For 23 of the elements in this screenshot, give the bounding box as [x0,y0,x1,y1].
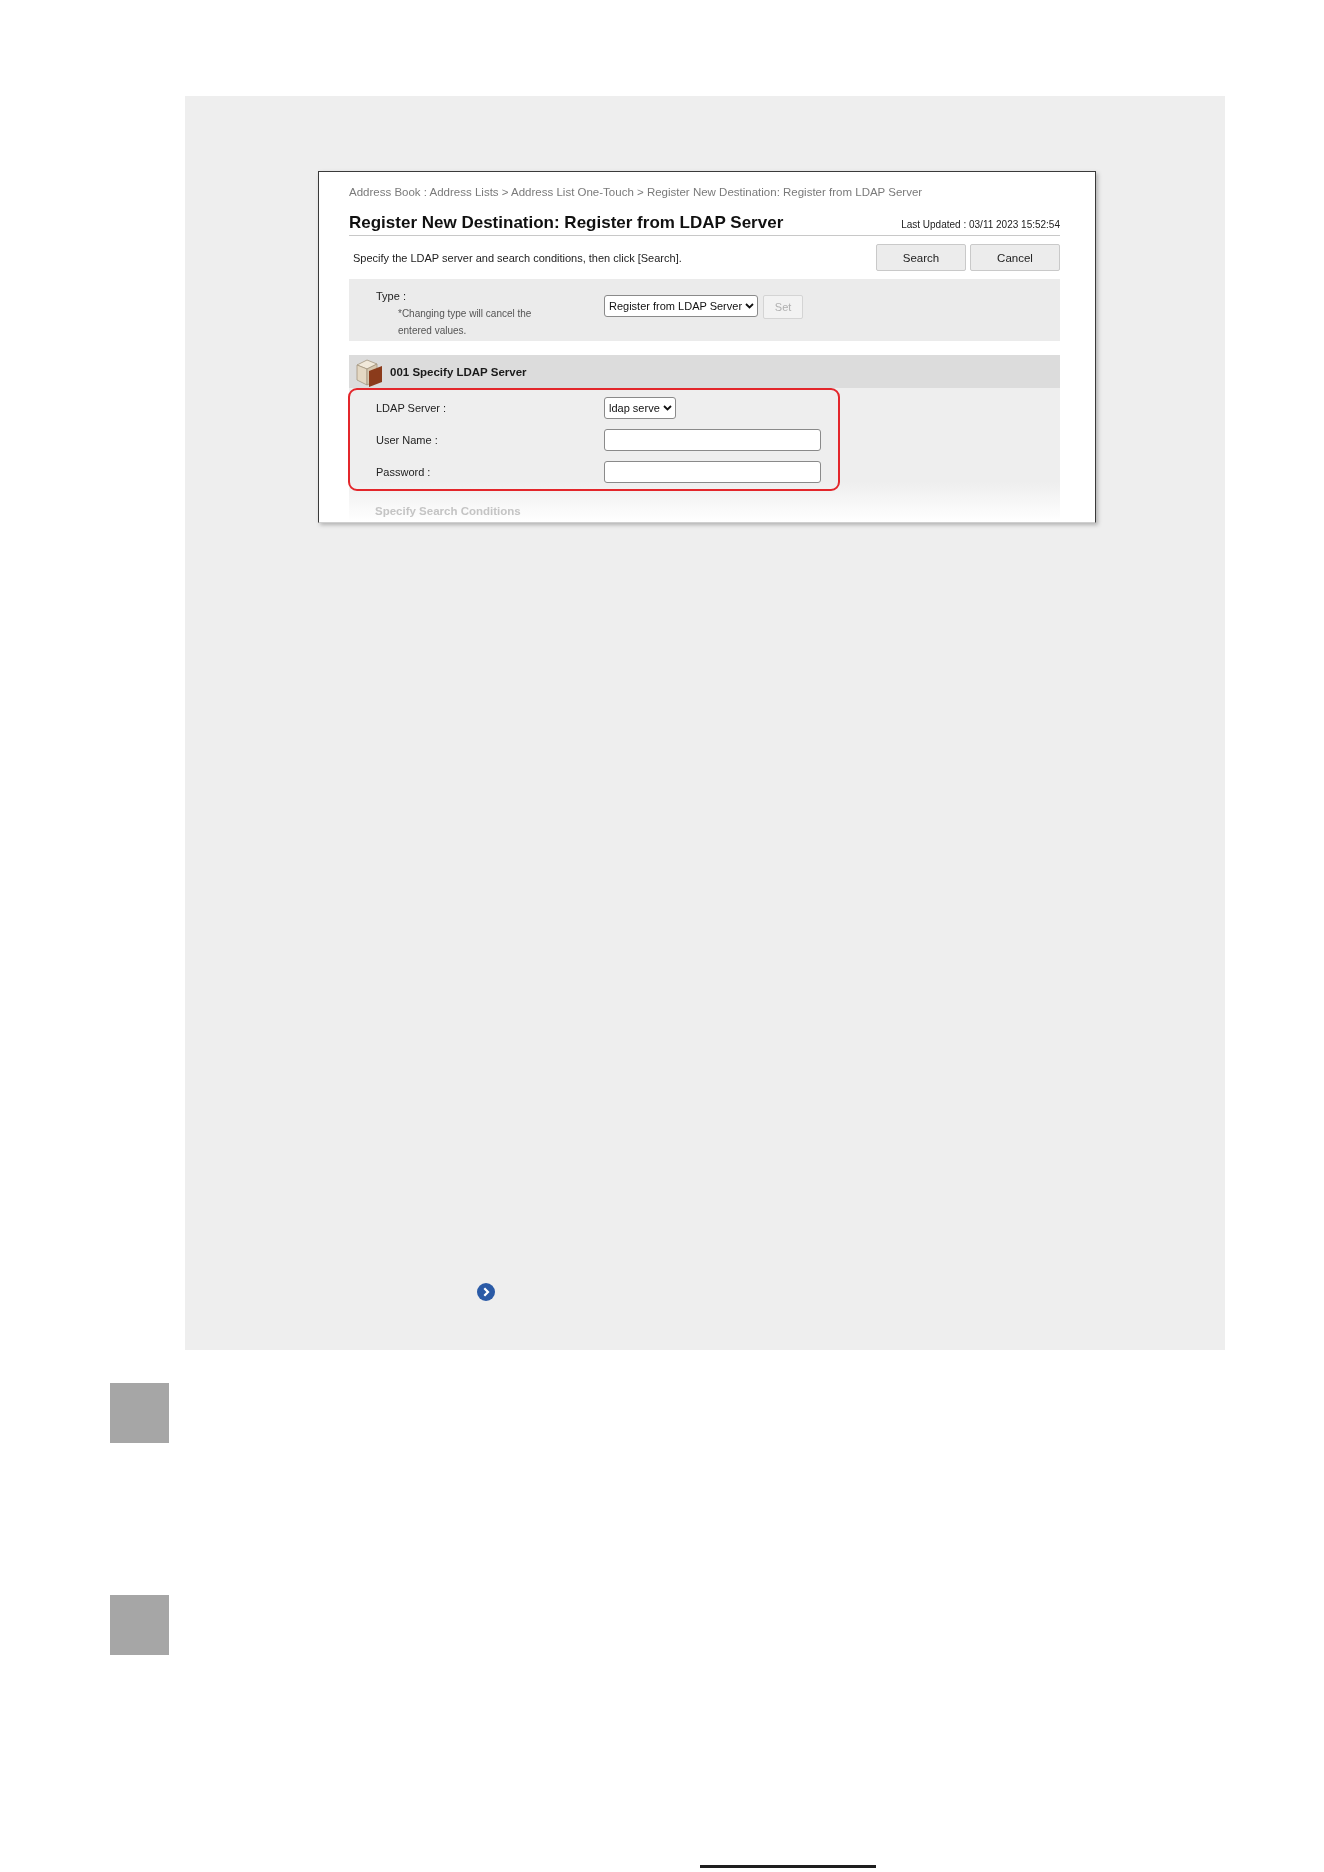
field-label: User Name : [376,432,439,447]
page-title: Register New Destination: Register from LDAP Server [349,213,784,233]
chevron-down-icon [662,404,672,411]
action-button[interactable]: Search [876,244,966,271]
breadcrumb: Address Book : Address Lists > Address List One-Touch > Register New Destination: Register from LDAP Server [349,185,924,199]
field-label: Type : [376,289,407,303]
server-select[interactable]: ldap serve [604,396,676,419]
chevron-down-icon [745,303,755,309]
section-title: Specify Search Conditions [374,505,521,517]
type-note: *Changing type will cancel the entered values. [398,307,533,338]
chevron-right-icon [477,1283,495,1301]
action-button[interactable]: Cancel [970,244,1060,271]
input-field[interactable] [604,428,821,451]
input-field[interactable] [604,460,821,483]
section-title: 001 Specify LDAP Server [390,365,527,378]
field-label: Password : [376,464,432,479]
last-updated-text: Last Updated : 03/11 2023 15:52:54 [901,218,1060,232]
step-marker-icon [110,1595,169,1655]
step-marker-icon [110,1383,169,1443]
server-icon [356,356,383,387]
instruction-text: Specify the LDAP server and search conditions, then click [Search]. [352,251,682,264]
type-select[interactable]: Register from LDAP Server [604,295,759,317]
field-label: LDAP Server : [376,400,448,415]
